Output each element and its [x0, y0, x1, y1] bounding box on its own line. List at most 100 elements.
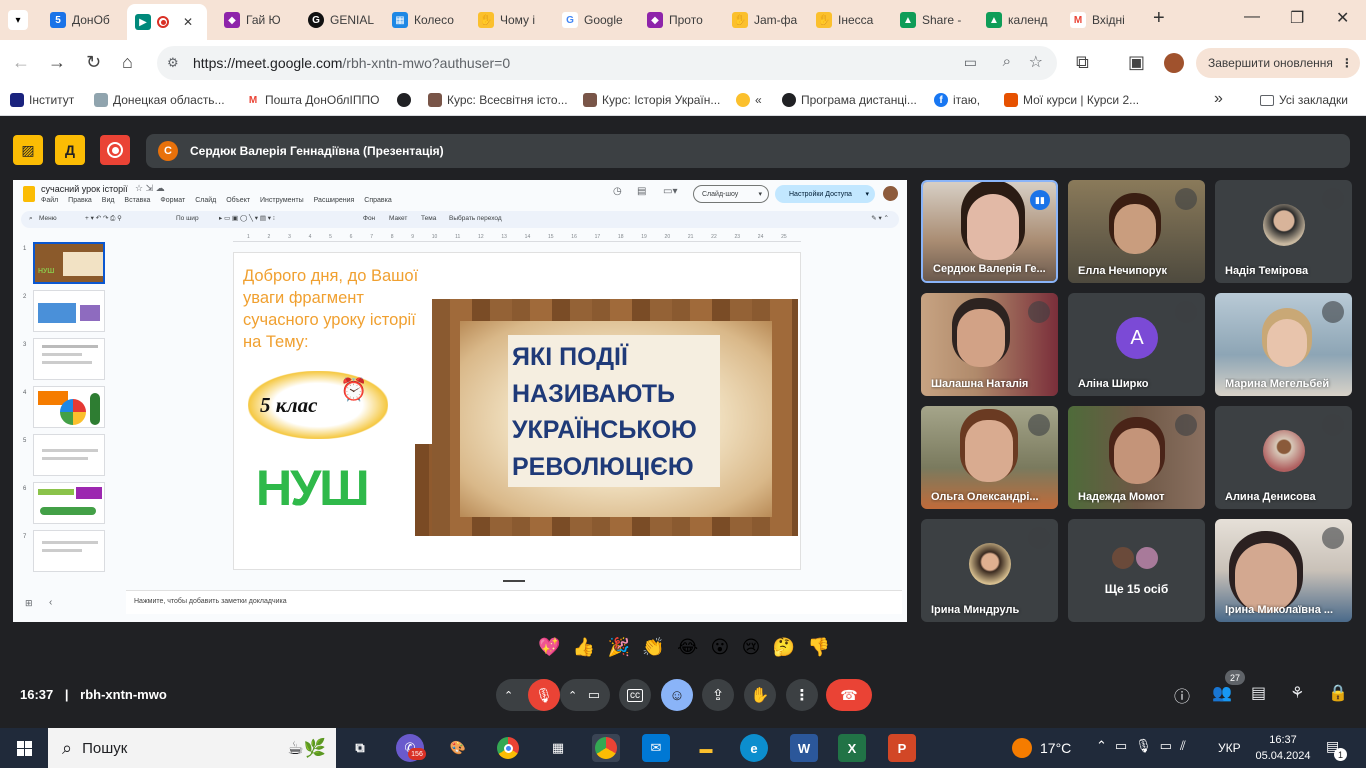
activities-icon[interactable]: ⚘: [1290, 683, 1304, 703]
bookmark-item[interactable]: Інститут: [10, 93, 74, 107]
raise-hand-button[interactable]: ✋: [744, 679, 776, 711]
participant-tile[interactable]: Надія Темірова: [1215, 180, 1352, 283]
side-panel-icon[interactable]: ▣: [1128, 52, 1145, 73]
start-windows-icon[interactable]: [10, 734, 38, 762]
clock[interactable]: 16:37 05.04.2024: [1254, 732, 1312, 764]
participant-tile[interactable]: Ірина Миколаївна ...: [1215, 519, 1352, 622]
edge-icon[interactable]: e: [740, 734, 768, 762]
restore-icon[interactable]: ❐: [1290, 8, 1304, 28]
toolbar-icons-2[interactable]: ▸ ▭ ▣ ◯ ╲ ▾ ▤ ▾ ⁝: [219, 214, 275, 222]
more-options-button[interactable]: ⋮: [786, 679, 818, 711]
whiteboard-off-icon[interactable]: ▨: [13, 135, 43, 165]
bookmark-item[interactable]: f ітаю,: [934, 93, 980, 107]
menu-extensions[interactable]: Расширения: [314, 197, 355, 204]
bookmarks-overflow-button[interactable]: »: [1214, 90, 1223, 108]
chrome-active-icon[interactable]: [592, 734, 620, 762]
document-title[interactable]: сучасний урок історії: [41, 184, 128, 194]
bookmark-star-icon[interactable]: ☆: [1029, 52, 1043, 72]
slide-canvas[interactable]: Доброго дня, до Вашої уваги фрагмент суч…: [233, 252, 801, 570]
audio-options-button[interactable]: ⌃ 🎙: [496, 679, 560, 711]
mic-off-button[interactable]: 🎙: [528, 679, 560, 711]
chrome-icon[interactable]: [494, 734, 522, 762]
tab-search-button[interactable]: ▾: [8, 10, 28, 30]
transition-button[interactable]: Выбрать переход: [449, 215, 502, 222]
menu-insert[interactable]: Вставка: [124, 197, 150, 204]
camera-indicator-icon[interactable]: ▭: [964, 54, 977, 71]
grid-view-icon[interactable]: ⊞: [25, 598, 33, 609]
mail-icon[interactable]: ✉: [642, 734, 670, 762]
search-menus-icon[interactable]: ⌕: [29, 215, 33, 223]
browser-tab[interactable]: ✋ Jam-фа: [724, 7, 804, 33]
meeting-details-icon[interactable]: ⓘ: [1174, 683, 1190, 707]
minimize-icon[interactable]: —: [1244, 8, 1260, 26]
reaction-heart[interactable]: 💖: [538, 637, 560, 658]
reaction-clap[interactable]: 👏: [642, 637, 664, 658]
reaction-party[interactable]: 🎉: [608, 637, 630, 658]
theme-button[interactable]: Тема: [421, 215, 436, 222]
home-icon[interactable]: ⌂: [122, 52, 133, 73]
slide-thumbnail[interactable]: НУШ: [33, 242, 105, 284]
menu-file[interactable]: Файл: [41, 197, 58, 204]
toolbar-icons-1[interactable]: + ▾ ↶ ↷ ⎙ ⚲: [85, 214, 122, 223]
store-icon[interactable]: ▦: [544, 734, 572, 762]
camera-icon[interactable]: ▭: [588, 687, 600, 703]
leave-call-button[interactable]: ☎: [826, 679, 872, 711]
participant-tile[interactable]: Шалашна Наталія: [921, 293, 1058, 396]
bookmark-item[interactable]: Програма дистанці...: [782, 93, 917, 107]
slide-thumbnail[interactable]: [33, 290, 105, 332]
participant-tile[interactable]: А Аліна Ширко: [1068, 293, 1205, 396]
browser-tab[interactable]: ▲ Share -: [892, 7, 972, 33]
browser-tab[interactable]: ◆ Прото: [639, 7, 719, 33]
reactions-button[interactable]: ☺: [661, 679, 693, 711]
people-icon[interactable]: 👥: [1212, 683, 1232, 703]
reaction-thumbs-up[interactable]: 👍: [573, 637, 595, 658]
transcript-icon[interactable]: Д: [55, 135, 85, 165]
slide-scrollbar[interactable]: [503, 580, 525, 582]
menu-format[interactable]: Формат: [160, 197, 185, 204]
new-tab-button[interactable]: +: [1153, 7, 1165, 30]
browser-tab[interactable]: ✋ Чому і: [470, 7, 550, 33]
slide-thumbnail[interactable]: [33, 434, 105, 476]
bookmark-item[interactable]: Курс: Всесвітня істо...: [428, 93, 568, 107]
history-icon[interactable]: ◷: [613, 186, 622, 197]
video-options-button[interactable]: ⌃ ▭: [560, 679, 610, 711]
profile-avatar[interactable]: [1164, 53, 1184, 73]
menu-slide[interactable]: Слайд: [195, 197, 216, 204]
speaker-notes[interactable]: Нажмите, чтобы добавить заметки докладчи…: [126, 590, 902, 614]
menu-search-input[interactable]: Меню: [39, 215, 57, 222]
back-arrow-icon[interactable]: ←: [12, 52, 30, 73]
captions-button[interactable]: cc: [619, 679, 651, 711]
host-controls-icon[interactable]: 🔒: [1328, 683, 1348, 703]
reaction-laugh[interactable]: 😂: [677, 637, 698, 658]
reaction-thinking[interactable]: 🤔: [773, 637, 795, 658]
excel-icon[interactable]: X: [838, 734, 866, 762]
close-tab-icon[interactable]: ✕: [183, 15, 193, 29]
slide-thumbnail[interactable]: [33, 530, 105, 572]
forward-arrow-icon[interactable]: →: [48, 52, 66, 73]
more-participants-tile[interactable]: Ще 15 осіб: [1068, 519, 1205, 622]
browser-tab[interactable]: M Вхідні: [1062, 7, 1142, 33]
all-bookmarks-button[interactable]: Усі закладки: [1260, 93, 1348, 107]
participant-tile[interactable]: Елла Нечипорук: [1068, 180, 1205, 283]
comments-icon[interactable]: ▤: [637, 186, 646, 197]
participant-tile[interactable]: Надежда Момот: [1068, 406, 1205, 509]
menu-edit[interactable]: Правка: [68, 197, 92, 204]
participant-tile[interactable]: Ольга Олександрі...: [921, 406, 1058, 509]
reaction-thumbs-down[interactable]: 👎: [808, 637, 830, 658]
zoom-select[interactable]: По шир: [176, 215, 199, 222]
star-icon[interactable]: ☆ ⇲ ☁: [135, 183, 165, 194]
browser-tab[interactable]: G GENIAL: [300, 7, 380, 33]
collapse-panel-icon[interactable]: ‹: [49, 597, 52, 608]
reaction-sad[interactable]: 😢: [742, 637, 761, 658]
file-explorer-icon[interactable]: ▬: [692, 734, 720, 762]
recording-icon[interactable]: [100, 135, 130, 165]
user-avatar[interactable]: [883, 186, 898, 201]
bookmark-item[interactable]: Донецкая область...: [94, 93, 225, 107]
powerpoint-icon[interactable]: P: [888, 734, 916, 762]
browser-tab[interactable]: ✋ Інесса: [808, 7, 888, 33]
reaction-surprised[interactable]: 😮: [711, 637, 730, 658]
slideshow-button[interactable]: Слайд-шоу ▾: [693, 185, 769, 203]
slide-thumbnail[interactable]: [33, 386, 105, 428]
slide-thumbnail[interactable]: [33, 338, 105, 380]
close-window-icon[interactable]: ✕: [1336, 8, 1349, 28]
